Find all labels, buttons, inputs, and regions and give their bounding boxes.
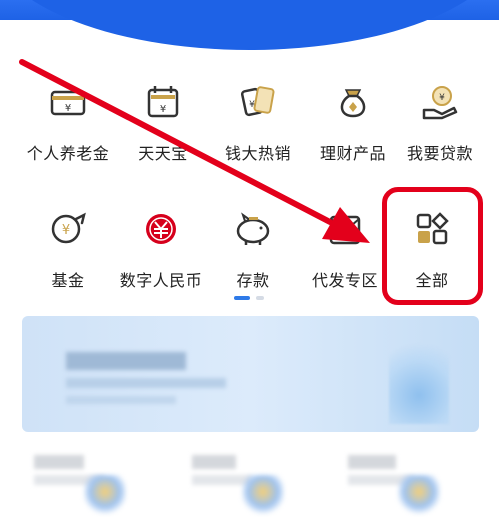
quick-menu-row-1: ¥ 个人养老金 ¥ 天天宝 ¥ 钱大热销 理财产品 ¥ 我要贷款 <box>0 72 499 182</box>
product-card[interactable] <box>180 447 290 517</box>
menu-item-payroll[interactable]: 代发专区 <box>295 199 395 309</box>
menu-item-label: 天天宝 <box>138 144 188 163</box>
pager-dot <box>256 296 264 300</box>
menu-item-digital-rmb[interactable]: 数字人民币 <box>111 199 211 309</box>
svg-text:¥: ¥ <box>160 104 166 115</box>
card-title-blurred <box>192 455 236 469</box>
menu-item-loan[interactable]: ¥ 我要贷款 <box>390 72 490 182</box>
banner-subtitle-blurred <box>66 378 226 388</box>
pension-card-icon: ¥ <box>50 90 86 116</box>
calendar-wallet-icon: ¥ <box>147 86 179 118</box>
menu-item-label: 代发专区 <box>311 271 378 290</box>
menu-item-pension[interactable]: ¥ 个人养老金 <box>18 72 118 182</box>
banner-title-blurred <box>66 352 186 370</box>
menu-item-deposit[interactable]: 存款 <box>203 199 303 309</box>
menu-item-label: 钱大热销 <box>224 144 291 163</box>
menu-item-wealth-products[interactable]: 理财产品 <box>303 72 403 182</box>
card-title-blurred <box>348 455 396 469</box>
svg-text:¥: ¥ <box>62 223 70 238</box>
menu-item-hot-sale[interactable]: ¥ 钱大热销 <box>208 72 308 182</box>
product-card[interactable] <box>22 447 132 517</box>
header-arc <box>0 0 499 50</box>
piggy-bank-icon <box>236 212 270 245</box>
fund-coin-arrow-icon: ¥ <box>51 212 86 244</box>
product-cards-row <box>0 447 499 517</box>
card-image-blurred <box>398 475 440 517</box>
menu-item-label: 个人养老金 <box>26 144 110 163</box>
promo-banner[interactable] <box>22 316 479 432</box>
annotation-highlight-box <box>382 187 483 305</box>
menu-item-label: 基金 <box>51 271 85 290</box>
money-bag-icon <box>340 89 366 118</box>
menu-item-tiantianbao[interactable]: ¥ 天天宝 <box>113 72 213 182</box>
card-title-blurred <box>34 455 84 469</box>
svg-text:¥: ¥ <box>65 103 71 114</box>
menu-item-label: 数字人民币 <box>119 271 203 290</box>
menu-item-fund[interactable]: ¥ 基金 <box>18 199 118 309</box>
digital-rmb-icon <box>146 214 176 244</box>
pager-dots[interactable] <box>234 296 274 300</box>
menu-item-label: 我要贷款 <box>406 144 473 163</box>
banner-note-blurred <box>66 396 176 404</box>
pager-dot-active <box>234 296 250 300</box>
hot-sale-cards-icon: ¥ <box>240 86 275 117</box>
svg-text:¥: ¥ <box>249 100 255 110</box>
card-image-blurred <box>242 475 284 517</box>
card-image-blurred <box>84 475 126 517</box>
svg-text:¥: ¥ <box>439 93 445 103</box>
menu-item-label: 存款 <box>236 271 270 290</box>
banner-image-blurred <box>389 328 449 424</box>
product-card[interactable] <box>336 447 446 517</box>
envelope-icon <box>329 215 361 245</box>
menu-item-label: 理财产品 <box>319 144 386 163</box>
loan-hand-coin-icon: ¥ <box>422 86 458 120</box>
